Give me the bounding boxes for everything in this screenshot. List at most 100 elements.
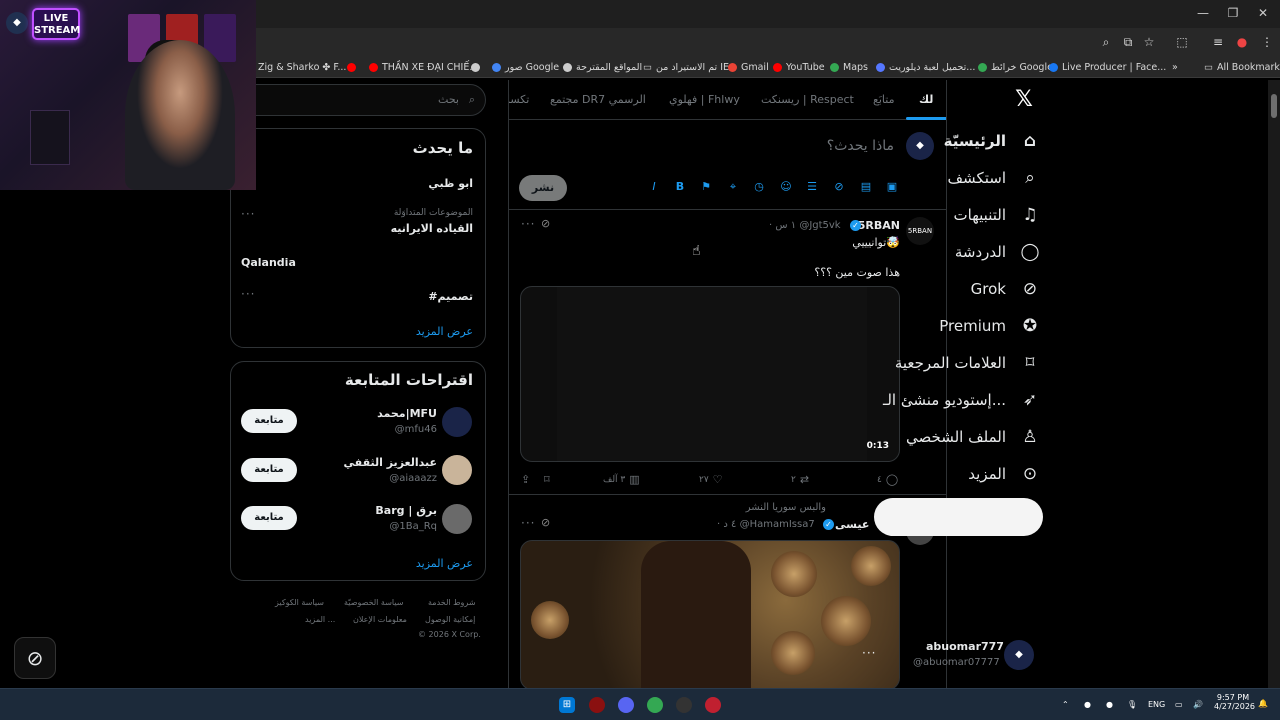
bookmark-item[interactable] [347, 60, 356, 74]
menu-kebab-icon[interactable]: ⋮ [1259, 34, 1275, 50]
x-logo-icon[interactable]: 𝕏 [1012, 88, 1036, 112]
schedule-icon[interactable]: ◷ [752, 180, 766, 194]
location-icon[interactable]: ⌖ [726, 180, 740, 194]
bookmark-item[interactable] [471, 60, 480, 74]
maximize-icon[interactable]: ❐ [1226, 6, 1240, 20]
poll-icon[interactable]: ☰ [805, 180, 819, 194]
scrollbar-thumb[interactable] [1271, 94, 1277, 118]
install-icon[interactable]: ⧉ [1120, 34, 1136, 50]
bookmark-item[interactable]: ▭ تم الاستيراد من IE [643, 60, 729, 74]
nav-premium[interactable]: ✪ Premium [939, 311, 1040, 341]
tab-community[interactable]: تكسا [509, 93, 529, 106]
tweet-author-name[interactable]: 5RBAN [858, 219, 900, 232]
follow-button[interactable]: متابعة [241, 409, 297, 433]
search-input[interactable]: بحث ⌕ [230, 84, 486, 116]
emoji-icon[interactable]: ☺ [779, 180, 793, 194]
obs-icon[interactable] [676, 697, 692, 713]
trend-item[interactable]: #تصميم [428, 290, 473, 303]
account-menu-icon[interactable]: ··· [862, 646, 876, 660]
share-button[interactable]: ⇪ [521, 473, 530, 486]
tray-app-icon[interactable]: ● [1106, 700, 1113, 709]
bold-icon[interactable]: B [673, 180, 687, 194]
all-bookmarks[interactable]: ▭ All Bookmarks [1204, 60, 1280, 74]
bookmark-item[interactable]: خرائط Google [978, 60, 1053, 74]
media-icon[interactable]: ≡ [1210, 34, 1226, 50]
chrome-icon[interactable] [705, 697, 721, 713]
bookmark-item[interactable]: THẦN XE ĐẠI CHIẾ... [369, 60, 478, 74]
italic-icon[interactable]: I [647, 180, 661, 194]
suggestion-name[interactable]: Barg | برق [375, 504, 437, 517]
footer-link[interactable]: معلومات الإعلان [353, 615, 407, 624]
extensions-icon[interactable]: ⬚ [1174, 34, 1190, 50]
zoom-icon[interactable]: ⌕ [1098, 34, 1114, 50]
tab-community[interactable]: ريسنكت | Respect [761, 93, 854, 106]
clock[interactable]: 9:57 PM 4/27/2026 [1214, 693, 1255, 711]
trend-item[interactable]: ابو ظبي [428, 177, 473, 190]
nav-more[interactable]: ⊙ المزيد [968, 459, 1040, 489]
suggestion-name[interactable]: محمد|MFU [377, 407, 437, 420]
nav-bookmarks[interactable]: ⌑ العلامات المرجعية [895, 348, 1040, 378]
show-more-link[interactable]: عرض المزيد [416, 325, 473, 338]
tweet-image[interactable] [520, 540, 900, 688]
chrome-icon[interactable] [647, 697, 663, 713]
footer-link[interactable]: سياسة الخصوصيّة [344, 598, 403, 607]
suggestion-name[interactable]: عبدالعزيز الثقفي [344, 456, 437, 469]
tab-community[interactable]: فهلوي | Fhlwy [669, 93, 740, 106]
footer-link[interactable]: سياسة الكوكيز [275, 598, 324, 607]
tab-following[interactable]: متابَع [873, 93, 894, 106]
trend-more-icon[interactable]: ··· [241, 287, 255, 301]
like-button[interactable]: ٢٧ ♡ [699, 473, 723, 486]
microphone-icon[interactable]: 🎙 [1127, 700, 1137, 709]
notification-icon[interactable]: 🔔 [1258, 699, 1268, 708]
nav-explore[interactable]: ⌕ استكشف [948, 163, 1040, 193]
star-icon[interactable]: ☆ [1141, 34, 1157, 50]
grok-float-button[interactable]: ⊘ [14, 637, 56, 679]
footer-link[interactable]: المزيد ... [305, 615, 335, 624]
tab-for-you[interactable]: لك [919, 93, 933, 106]
gif-icon[interactable]: ▤ [859, 180, 873, 194]
nav-home[interactable]: ⌂ الرئيسيّة [944, 126, 1040, 156]
flag-icon[interactable]: ⚑ [699, 180, 713, 194]
nav-profile[interactable]: ♙ الملف الشخصي [906, 422, 1040, 452]
bookmarks-overflow-icon[interactable]: » [1172, 60, 1178, 74]
scrollbar[interactable] [1268, 80, 1280, 688]
trend-item[interactable]: القياده الايرانيه [391, 222, 473, 235]
volume-icon[interactable]: 🔊 [1193, 700, 1203, 709]
bookmark-item[interactable]: Gmail [728, 60, 769, 74]
reply-button[interactable]: ٤ ◯ [877, 473, 898, 486]
app-icon[interactable] [589, 697, 605, 713]
footer-link[interactable]: شروط الخدمة [428, 598, 476, 607]
nav-chat[interactable]: ◯ الدردشة [955, 237, 1040, 267]
tray-app-icon[interactable]: ● [1084, 700, 1091, 709]
compose-input[interactable]: ماذا يحدث؟ [827, 138, 894, 154]
bookmark-item[interactable]: تحميل لعبة ديلوريت... [876, 60, 975, 74]
follow-button[interactable]: متابعة [241, 458, 297, 482]
nav-notifications[interactable]: ♫ التنبيهات [954, 200, 1040, 230]
network-icon[interactable]: ▭ [1175, 700, 1183, 709]
bookmark-item[interactable]: صور Google [492, 60, 559, 74]
more-options-icon[interactable]: ··· [521, 217, 535, 231]
avatar[interactable]: ◆ [906, 132, 934, 160]
grok-icon[interactable]: ⊘ [541, 516, 551, 529]
more-options-icon[interactable]: ··· [521, 516, 535, 530]
bookmark-item[interactable]: المواقع المقترحة [563, 60, 642, 74]
tweet-author-name[interactable]: عيسى [835, 518, 869, 531]
account-avatar[interactable]: ◆ [1004, 640, 1034, 670]
tray-overflow-icon[interactable]: ⌃ [1062, 700, 1069, 709]
bookmark-item[interactable]: Live Producer | Face... [1049, 60, 1166, 74]
minimize-icon[interactable]: — [1196, 6, 1210, 20]
retweet-button[interactable]: ٢ ⇄ [791, 473, 809, 486]
image-icon[interactable]: ▣ [885, 180, 899, 194]
nav-creator-studio[interactable]: ➶ إستوديو منشئ الـ... [883, 385, 1040, 415]
footer-link[interactable]: إمكانية الوصول [425, 615, 475, 624]
tweet-avatar[interactable]: 5RBAN [906, 217, 934, 245]
avatar[interactable] [442, 455, 472, 485]
account-name[interactable]: abuomar777 [926, 640, 1004, 653]
nav-grok[interactable]: ⊘ Grok [971, 274, 1040, 304]
avatar[interactable] [442, 504, 472, 534]
bookmark-item[interactable]: YouTube [773, 60, 825, 74]
show-more-link[interactable]: عرض المزيد [416, 557, 473, 570]
language-indicator[interactable]: ENG [1148, 700, 1165, 709]
trend-item[interactable]: Qalandia [241, 256, 296, 269]
bookmark-item[interactable]: Maps [830, 60, 868, 74]
